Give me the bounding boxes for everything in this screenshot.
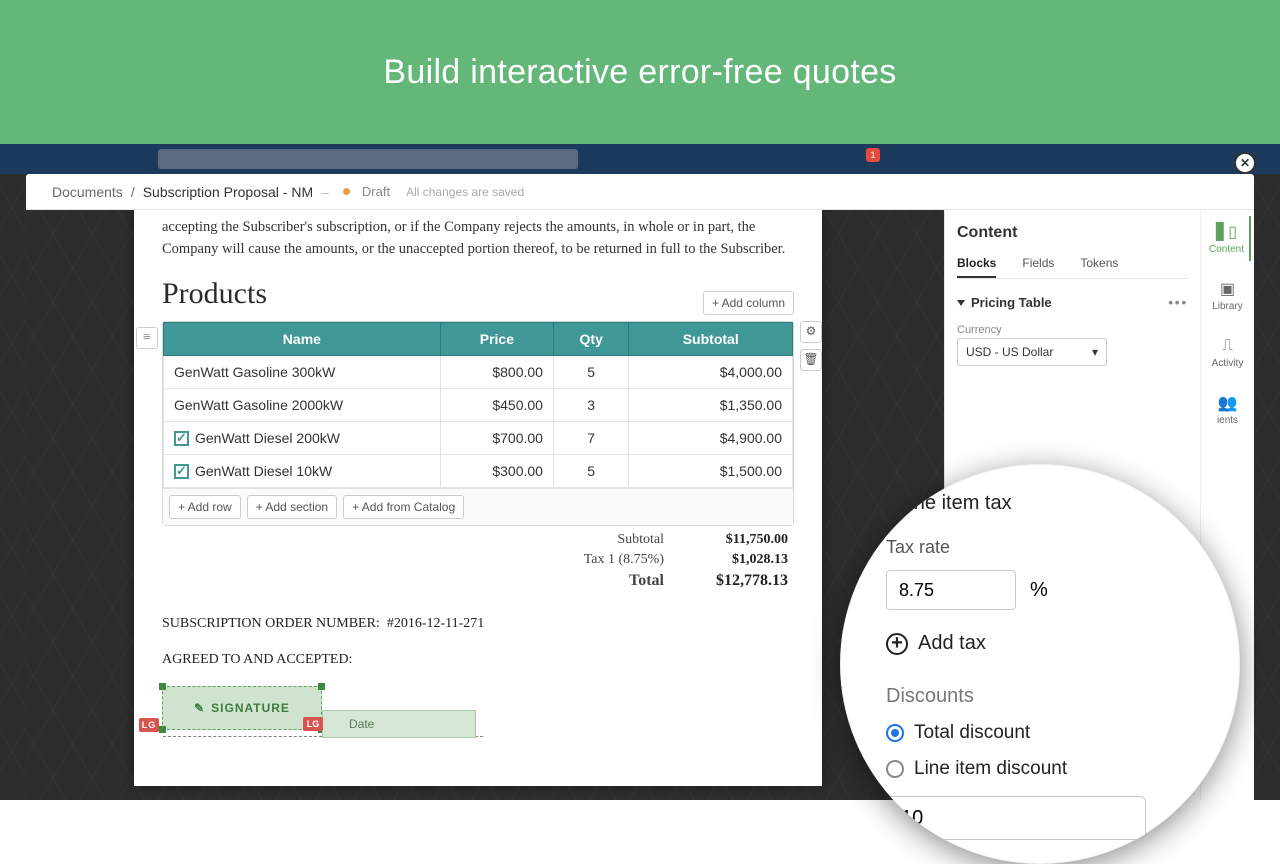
tab-tokens[interactable]: Tokens: [1080, 250, 1118, 278]
total-discount-radio[interactable]: Total discount: [886, 722, 1194, 744]
document-page: accepting the Subscriber's subscription,…: [134, 210, 822, 786]
col-qty[interactable]: Qty: [553, 322, 628, 355]
table-row: GenWatt Diesel 200kW $700.00 7 $4,900.00: [164, 421, 793, 454]
total-value: $12,778.13: [688, 572, 788, 590]
tab-fields[interactable]: Fields: [1022, 250, 1054, 278]
date-field[interactable]: LG Date: [322, 710, 476, 738]
save-status: All changes are saved: [406, 185, 524, 199]
signature-field[interactable]: ✎ SIGNATURE LG: [162, 686, 322, 730]
table-row: GenWatt Gasoline 2000kW $450.00 3 $1,350…: [164, 388, 793, 421]
pricing-table-accordion[interactable]: Pricing Table •••: [957, 289, 1188, 316]
add-tax-button[interactable]: + Add tax: [886, 632, 1194, 655]
panel-tabs: Blocks Fields Tokens: [957, 250, 1188, 279]
percent-symbol: %: [1030, 579, 1048, 602]
document-canvas[interactable]: accepting the Subscriber's subscription,…: [26, 210, 944, 800]
subtotal-label: Subtotal: [617, 532, 664, 548]
breadcrumb-bar: Documents / Subscription Proposal - NM –…: [26, 174, 1254, 210]
assignee-chip[interactable]: LG: [139, 718, 159, 732]
table-footer: + Add row + Add section + Add from Catal…: [163, 488, 793, 525]
table-side-actions: ⚙ 🗑: [800, 321, 822, 371]
currency-label: Currency: [957, 324, 1188, 336]
rail-library[interactable]: ▣Library: [1205, 273, 1251, 318]
rail-clients[interactable]: 👥ients: [1205, 387, 1251, 432]
rail-activity[interactable]: ⎍Activity: [1205, 330, 1251, 375]
tax-value: $1,028.13: [688, 552, 788, 568]
col-price[interactable]: Price: [440, 322, 553, 355]
people-icon: 👥: [1218, 393, 1238, 413]
zoom-lens: USD · Line item tax Tax rate % + Add tax…: [840, 464, 1240, 864]
chevron-down-icon: [957, 300, 965, 306]
plus-circle-icon: +: [886, 633, 908, 655]
tax-rate-input[interactable]: [886, 570, 1016, 610]
library-icon: ▣: [1218, 279, 1238, 299]
body-paragraph[interactable]: accepting the Subscriber's subscription,…: [162, 210, 794, 271]
table-row: GenWatt Diesel 10kW $300.00 5 $1,500.00: [164, 454, 793, 487]
totals-block: Subtotal $11,750.00 Tax 1 (8.75%) $1,028.1…: [162, 530, 794, 592]
radio-icon: [886, 760, 904, 778]
app-topbar: 1: [0, 144, 1280, 174]
app-viewport: ✕ 1 Documents / Subscription Proposal - …: [0, 144, 1280, 800]
banner-title: Build interactive error-free quotes: [383, 53, 896, 92]
table-row: GenWatt Gasoline 300kW $800.00 5 $4,000.…: [164, 355, 793, 388]
notification-badge[interactable]: 1: [866, 148, 880, 162]
content-icon: ▋▯: [1217, 222, 1237, 242]
add-section-button[interactable]: + Add section: [247, 495, 337, 519]
col-subtotal[interactable]: Subtotal: [629, 322, 793, 355]
chevron-down-icon: ▾: [1092, 345, 1098, 359]
trash-icon[interactable]: 🗑: [800, 349, 822, 371]
subtotal-value: $11,750.00: [688, 532, 788, 548]
add-from-catalog-button[interactable]: + Add from Catalog: [343, 495, 464, 519]
breadcrumb-root[interactable]: Documents: [52, 184, 123, 200]
breadcrumb-dash: –: [321, 184, 329, 200]
currency-code: USD: [856, 510, 886, 526]
kebab-icon[interactable]: •••: [1168, 295, 1188, 310]
assignee-chip[interactable]: LG: [303, 717, 323, 731]
add-column-button[interactable]: + Add column: [703, 291, 794, 315]
agreed-line[interactable]: AGREED TO AND ACCEPTED:: [162, 652, 794, 668]
activity-icon: ⎍: [1218, 336, 1238, 356]
discounts-heading: Discounts: [886, 685, 1194, 708]
status-dot-icon: [343, 188, 350, 195]
line-item-discount-radio[interactable]: Line item discount: [886, 758, 1194, 780]
rail-content[interactable]: ▋▯Content: [1205, 216, 1251, 261]
global-search[interactable]: [158, 149, 578, 169]
total-label: Total: [629, 572, 664, 590]
pricing-table[interactable]: Name Price Qty Subtotal GenWatt Gasoline…: [162, 321, 794, 526]
panel-title: Content: [957, 224, 1188, 242]
drag-handle-icon[interactable]: ≡: [136, 327, 158, 349]
doc-status: Draft: [362, 184, 390, 199]
discount-value-input[interactable]: [886, 796, 1146, 840]
leaf-icon: ✎: [194, 701, 205, 715]
gear-icon[interactable]: ⚙: [800, 321, 822, 343]
currency-select[interactable]: USD - US Dollar▾: [957, 338, 1107, 366]
breadcrumb-sep: /: [131, 184, 135, 200]
checkbox-icon[interactable]: [174, 431, 189, 446]
checkbox-icon[interactable]: [174, 464, 189, 479]
products-heading[interactable]: Products: [162, 277, 794, 311]
close-modal-button[interactable]: ✕: [1234, 152, 1256, 174]
tab-blocks[interactable]: Blocks: [957, 250, 996, 278]
add-row-button[interactable]: + Add row: [169, 495, 241, 519]
marketing-banner: Build interactive error-free quotes: [0, 0, 1280, 144]
tax-label: Tax 1 (8.75%): [584, 552, 664, 568]
radio-selected-icon: [886, 724, 904, 742]
col-name[interactable]: Name: [164, 322, 441, 355]
order-number-line[interactable]: SUBSCRIPTION ORDER NUMBER: #2016-12-11-2…: [162, 616, 794, 632]
tax-rate-label: Tax rate: [886, 537, 1194, 558]
line-item-tax-option[interactable]: · Line item tax: [886, 492, 1194, 515]
breadcrumb-doc[interactable]: Subscription Proposal - NM: [143, 184, 313, 200]
